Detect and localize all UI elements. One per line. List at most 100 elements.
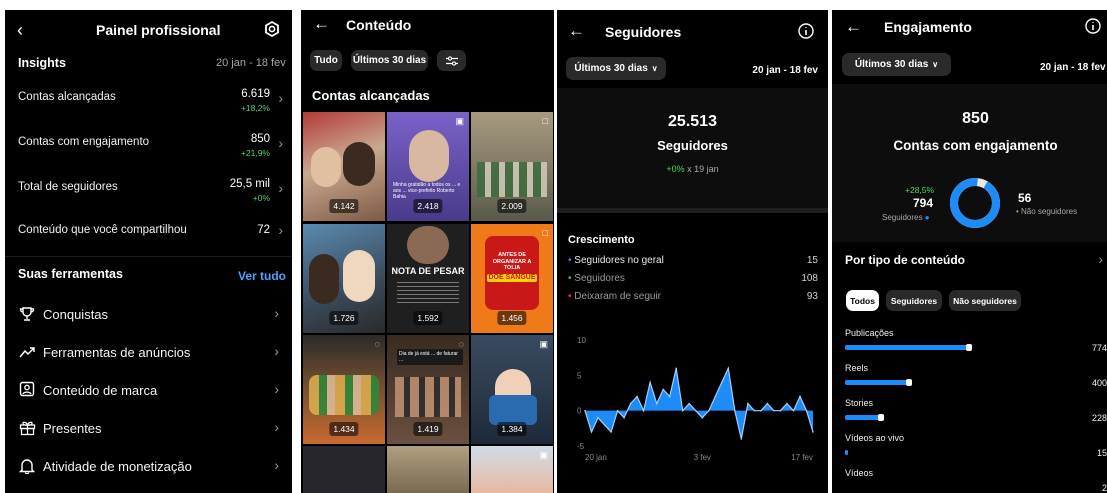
person-shape [409, 130, 449, 182]
tab-followers[interactable]: Seguidores [886, 290, 942, 311]
content-type-bar-end [906, 379, 913, 386]
post-tile[interactable]: ▣ 1.384 [471, 335, 553, 444]
content-screen: ← Conteúdo Tudo Últimos 30 dias Contas a… [301, 10, 554, 493]
by-type-header[interactable]: Por tipo de conteúdo › [832, 248, 1107, 276]
see-all-link[interactable]: Ver tudo [238, 269, 286, 283]
filter-settings-button[interactable] [437, 50, 466, 71]
growth-item-label: • Seguidores [568, 273, 625, 284]
chevron-right-icon: › [278, 222, 283, 238]
by-type-title: Por tipo de conteúdo [845, 253, 965, 267]
series-area [585, 368, 813, 439]
back-arrow-icon[interactable]: ← [845, 17, 862, 37]
chevron-right-icon: › [278, 180, 283, 196]
post-tile[interactable]: Minha gratidão a todos os ... e aos ... … [387, 112, 469, 221]
y-tick-label: -5 [577, 442, 585, 451]
tile-heading: DOE SANGUE [487, 274, 537, 282]
tool-brand-content[interactable]: Conteúdo de marca › [5, 376, 292, 406]
data-point [721, 381, 723, 384]
non-followers-value: 56 [1018, 191, 1032, 205]
followers-legend-label: Seguidores [882, 213, 923, 222]
post-tile[interactable]: Dia de já está ... de faturar ... ◌ 1.41… [387, 335, 469, 444]
growth-item-label: • Deixaram de seguir [568, 291, 662, 302]
post-tile[interactable]: ANTES DE ORGANIZAR A TOLIA DOE SANGUE □ … [471, 224, 553, 333]
tool-monetization[interactable]: Atividade de monetização › [5, 452, 292, 482]
post-tile[interactable]: 4.142 [303, 112, 385, 221]
x-tick-label: 3 fev [694, 453, 711, 462]
filter-last-30-days[interactable]: Últimos 30 dias [351, 50, 428, 71]
data-point [766, 402, 769, 405]
period-dropdown[interactable]: Últimos 30 dias ∨ [842, 53, 951, 76]
content-type-value: 774 [1091, 343, 1107, 353]
content-type-bar-fill [845, 345, 969, 350]
tool-ad-tools[interactable]: Ferramentas de anúncios › [5, 338, 292, 368]
post-tile[interactable] [303, 446, 385, 493]
divider [5, 256, 292, 257]
metric-row-shared[interactable]: Conteúdo que você compartilhou 72 › [5, 221, 292, 251]
chevron-right-icon: › [274, 343, 279, 359]
info-icon[interactable] [798, 23, 814, 39]
back-arrow-icon[interactable]: ← [313, 14, 330, 34]
post-tile[interactable]: NOTA DE PESAR 1.592 [387, 224, 469, 333]
data-point [642, 409, 645, 412]
tile-heading: NOTA DE PESAR [391, 266, 465, 276]
engagement-summary-card: 850 Contas com engajamento +28,5% 794 Se… [832, 84, 1107, 242]
metric-row-engaged[interactable]: Contas com engajamento 850 +21,9% › [5, 131, 292, 171]
data-point [799, 395, 801, 398]
post-tile[interactable]: □ 2.009 [471, 112, 553, 221]
followers-value: 25.513 [668, 113, 717, 130]
data-point [649, 381, 651, 384]
engaged-value: 850 [962, 110, 989, 127]
tool-label: Ferramentas de anúncios [43, 345, 191, 360]
tool-achievements[interactable]: Conquistas › [5, 300, 292, 330]
chevron-right-icon: › [278, 90, 283, 106]
tab-non-followers[interactable]: Não seguidores [949, 290, 1021, 311]
gift-icon [19, 421, 36, 436]
date-range: 20 jan - 18 fev [1040, 62, 1106, 73]
post-tile[interactable]: ◌ 1.434 [303, 335, 385, 444]
data-point [786, 402, 788, 405]
data-point [760, 409, 762, 412]
chevron-right-icon: › [274, 457, 279, 473]
info-icon[interactable] [1085, 18, 1101, 34]
data-point [629, 402, 632, 405]
metric-row-reached[interactable]: Contas alcançadas 6.619 +18,2% › [5, 86, 292, 126]
data-point [675, 367, 677, 370]
tab-all[interactable]: Todos [846, 290, 879, 311]
carousel-icon: □ [542, 228, 548, 238]
back-arrow-icon[interactable]: ← [568, 21, 585, 41]
back-icon[interactable]: ‹ [17, 20, 23, 41]
crowd-shape [395, 377, 461, 417]
tools-title: Suas ferramentas [18, 267, 123, 281]
content-type-bar-fill [845, 380, 910, 385]
growth-item-value: 108 [801, 273, 818, 284]
post-tile[interactable]: 1.726 [303, 224, 385, 333]
data-point [727, 367, 730, 370]
professional-dashboard-screen: ‹ Painel profissional Insights 20 jan - … [5, 10, 292, 493]
post-tile[interactable]: ▣ [471, 446, 553, 493]
data-point [753, 409, 756, 412]
chevron-right-icon: › [1098, 251, 1103, 267]
content-type-label: Reels [845, 363, 869, 373]
data-point [668, 395, 671, 398]
followers-value: 794 [913, 196, 934, 210]
trophy-icon [19, 307, 35, 321]
chevron-right-icon: › [274, 305, 279, 321]
content-type-label: Vídeos ao vivo [845, 433, 905, 443]
x-tick-label: 17 fev [791, 453, 813, 462]
tool-gifts[interactable]: Presentes › [5, 414, 292, 444]
settings-icon[interactable] [263, 20, 281, 38]
reach-count: 2.009 [497, 199, 527, 213]
brand-content-icon [19, 381, 35, 397]
page-title: Conteúdo [346, 17, 412, 33]
post-tile[interactable] [387, 446, 469, 493]
period-dropdown[interactable]: Últimos 30 dias ∨ [566, 57, 666, 80]
reach-count: 1.419 [413, 422, 443, 436]
filter-all[interactable]: Tudo [310, 50, 342, 71]
metric-row-followers[interactable]: Total de seguidores 25,5 mil +0% › [5, 176, 292, 216]
content-type-value: 15 [1096, 448, 1107, 458]
data-point [584, 409, 586, 412]
person-shape [407, 226, 449, 264]
metric-label: Contas com engajamento [18, 136, 150, 148]
loading-icon: ◌ [374, 339, 380, 349]
y-tick-label: 10 [577, 336, 586, 345]
